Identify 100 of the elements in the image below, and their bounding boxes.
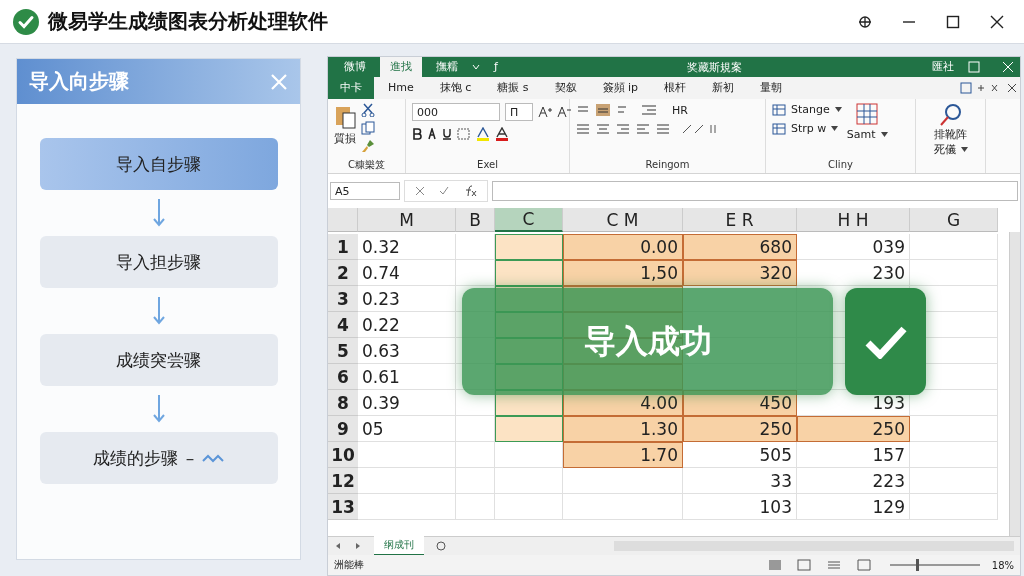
row-header[interactable]: 3 <box>328 286 358 312</box>
name-box[interactable]: A5 <box>330 182 400 200</box>
column-header[interactable]: C M <box>563 208 683 232</box>
search-icon[interactable] <box>938 103 963 127</box>
maximize-icon[interactable] <box>946 14 960 29</box>
wrap-label[interactable]: HR <box>672 103 688 117</box>
cancel-icon[interactable] <box>415 186 425 196</box>
step-button[interactable]: 成绩的步骤 – <box>39 432 278 484</box>
file-tab[interactable]: 中卡 <box>328 77 374 99</box>
row-header[interactable]: 10 <box>328 442 358 468</box>
check-icon <box>863 324 908 359</box>
arrow-down-icon <box>152 198 165 228</box>
ribbon-tab[interactable]: 新初 <box>700 77 747 99</box>
function-icon[interactable] <box>463 185 477 197</box>
ribbon-tab[interactable]: 糖振 s <box>485 77 541 99</box>
caret-icon[interactable] <box>960 147 968 152</box>
indent-icon[interactable] <box>641 103 657 117</box>
row-header[interactable]: 6 <box>328 364 358 390</box>
brush-icon[interactable] <box>361 139 375 153</box>
document-title: 奖藏斯規案 <box>686 59 744 75</box>
ribbon-tab[interactable]: 簽頻 ip <box>590 77 651 99</box>
scroll-left-icon[interactable] <box>334 542 342 550</box>
sort-label[interactable]: 死儀 <box>933 142 956 157</box>
style-option[interactable]: Strp w <box>791 122 827 135</box>
row-header[interactable]: 2 <box>328 260 358 286</box>
row-header[interactable]: 8 <box>328 390 358 416</box>
table-cell: 039 <box>797 234 910 260</box>
row-header[interactable]: 1 <box>328 234 358 260</box>
ribbon-tab[interactable]: 抹饱 c <box>427 77 484 99</box>
sort-label[interactable]: 排靴阵 <box>934 127 967 142</box>
row-header[interactable]: 12 <box>328 468 358 494</box>
italic-icon[interactable] <box>427 128 437 140</box>
row-header[interactable]: 4 <box>328 312 358 338</box>
caret-icon[interactable] <box>880 132 888 137</box>
caret-icon[interactable] <box>834 107 842 112</box>
row-header[interactable]: 13 <box>328 494 358 520</box>
table-style-icon[interactable] <box>772 103 786 116</box>
fill-color-icon[interactable] <box>476 127 490 141</box>
pin-icon[interactable] <box>858 14 872 29</box>
vertical-scrollbar[interactable] <box>1009 232 1020 536</box>
grow-font-icon[interactable] <box>538 106 552 118</box>
grid-icon[interactable] <box>856 103 879 125</box>
table-cell: 0.32 <box>358 234 456 260</box>
table-cell: 0.61 <box>358 364 456 390</box>
ribbon-tab[interactable]: 契叙 <box>542 77 589 99</box>
column-header[interactable]: C <box>495 208 563 232</box>
style-option[interactable]: Stange <box>791 103 830 116</box>
scissors-icon[interactable] <box>361 103 375 117</box>
copy-icon[interactable] <box>361 121 375 135</box>
column-header[interactable]: B <box>456 208 495 232</box>
step-button[interactable]: 成绩突尝骤 <box>39 334 278 386</box>
account-label[interactable]: 匯社 <box>922 57 964 77</box>
paste-label[interactable]: 質損 <box>334 131 356 146</box>
table-cell: 1,50 <box>563 260 683 286</box>
quick-tab[interactable]: 進找 <box>380 57 422 77</box>
function-label: ƒ <box>492 59 499 75</box>
caret-icon[interactable] <box>472 64 480 70</box>
slider-thumb[interactable] <box>915 559 919 571</box>
column-header[interactable]: M <box>358 208 456 232</box>
quick-tab[interactable]: 微博 <box>334 57 376 77</box>
zoom-level: 18% <box>991 559 1014 571</box>
panel-title: 导入向步骤 <box>29 68 129 95</box>
table-style-icon[interactable] <box>772 122 786 135</box>
confirm-icon[interactable] <box>439 186 449 196</box>
underline-icon[interactable] <box>442 128 452 140</box>
group-label: Cliny <box>827 158 854 172</box>
font-name-field[interactable]: 000 <box>412 103 500 121</box>
table-cell: 250 <box>683 416 797 442</box>
quick-tab[interactable]: 撫糯 <box>426 57 468 77</box>
caret-icon[interactable] <box>831 126 839 131</box>
shrink-font-icon[interactable] <box>557 106 571 118</box>
table-cell: 680 <box>683 234 797 260</box>
close-icon[interactable] <box>990 14 1004 29</box>
group-label: Exel <box>476 158 499 172</box>
formula-field[interactable] <box>492 181 1018 201</box>
column-header[interactable]: H H <box>797 208 910 232</box>
step-button[interactable]: 导入担步骤 <box>39 236 278 288</box>
font-color-icon[interactable] <box>495 127 509 141</box>
success-toast: 导入成功 <box>462 288 833 395</box>
row-header[interactable]: 5 <box>328 338 358 364</box>
sum-label[interactable]: Samt <box>846 128 876 141</box>
table-cell: 05 <box>358 416 456 442</box>
table-cell: 0.39 <box>358 390 456 416</box>
table-cell: 0.00 <box>563 234 683 260</box>
sheet-tab[interactable]: 纲成刊 <box>374 536 424 556</box>
window-title: 微易学生成绩图表分析处理软件 <box>48 8 328 35</box>
table-cell: 250 <box>797 416 910 442</box>
row-header[interactable]: 9 <box>328 416 358 442</box>
scroll-right-icon[interactable] <box>354 542 362 550</box>
ribbon-tab[interactable]: 根杆 <box>652 77 699 99</box>
add-sheet-icon[interactable] <box>436 541 446 551</box>
bold-icon[interactable] <box>412 128 422 140</box>
font-size-field[interactable]: Π <box>505 103 533 121</box>
ribbon-tab[interactable]: Hme <box>376 77 426 99</box>
column-header[interactable]: E R <box>683 208 797 232</box>
ribbon-tab[interactable]: 量朝 <box>748 77 795 99</box>
column-header[interactable]: G <box>910 208 998 232</box>
step-button[interactable]: 导入自步骤 <box>39 138 278 190</box>
table-cell: 320 <box>683 260 797 286</box>
table-cell: 103 <box>683 494 797 520</box>
